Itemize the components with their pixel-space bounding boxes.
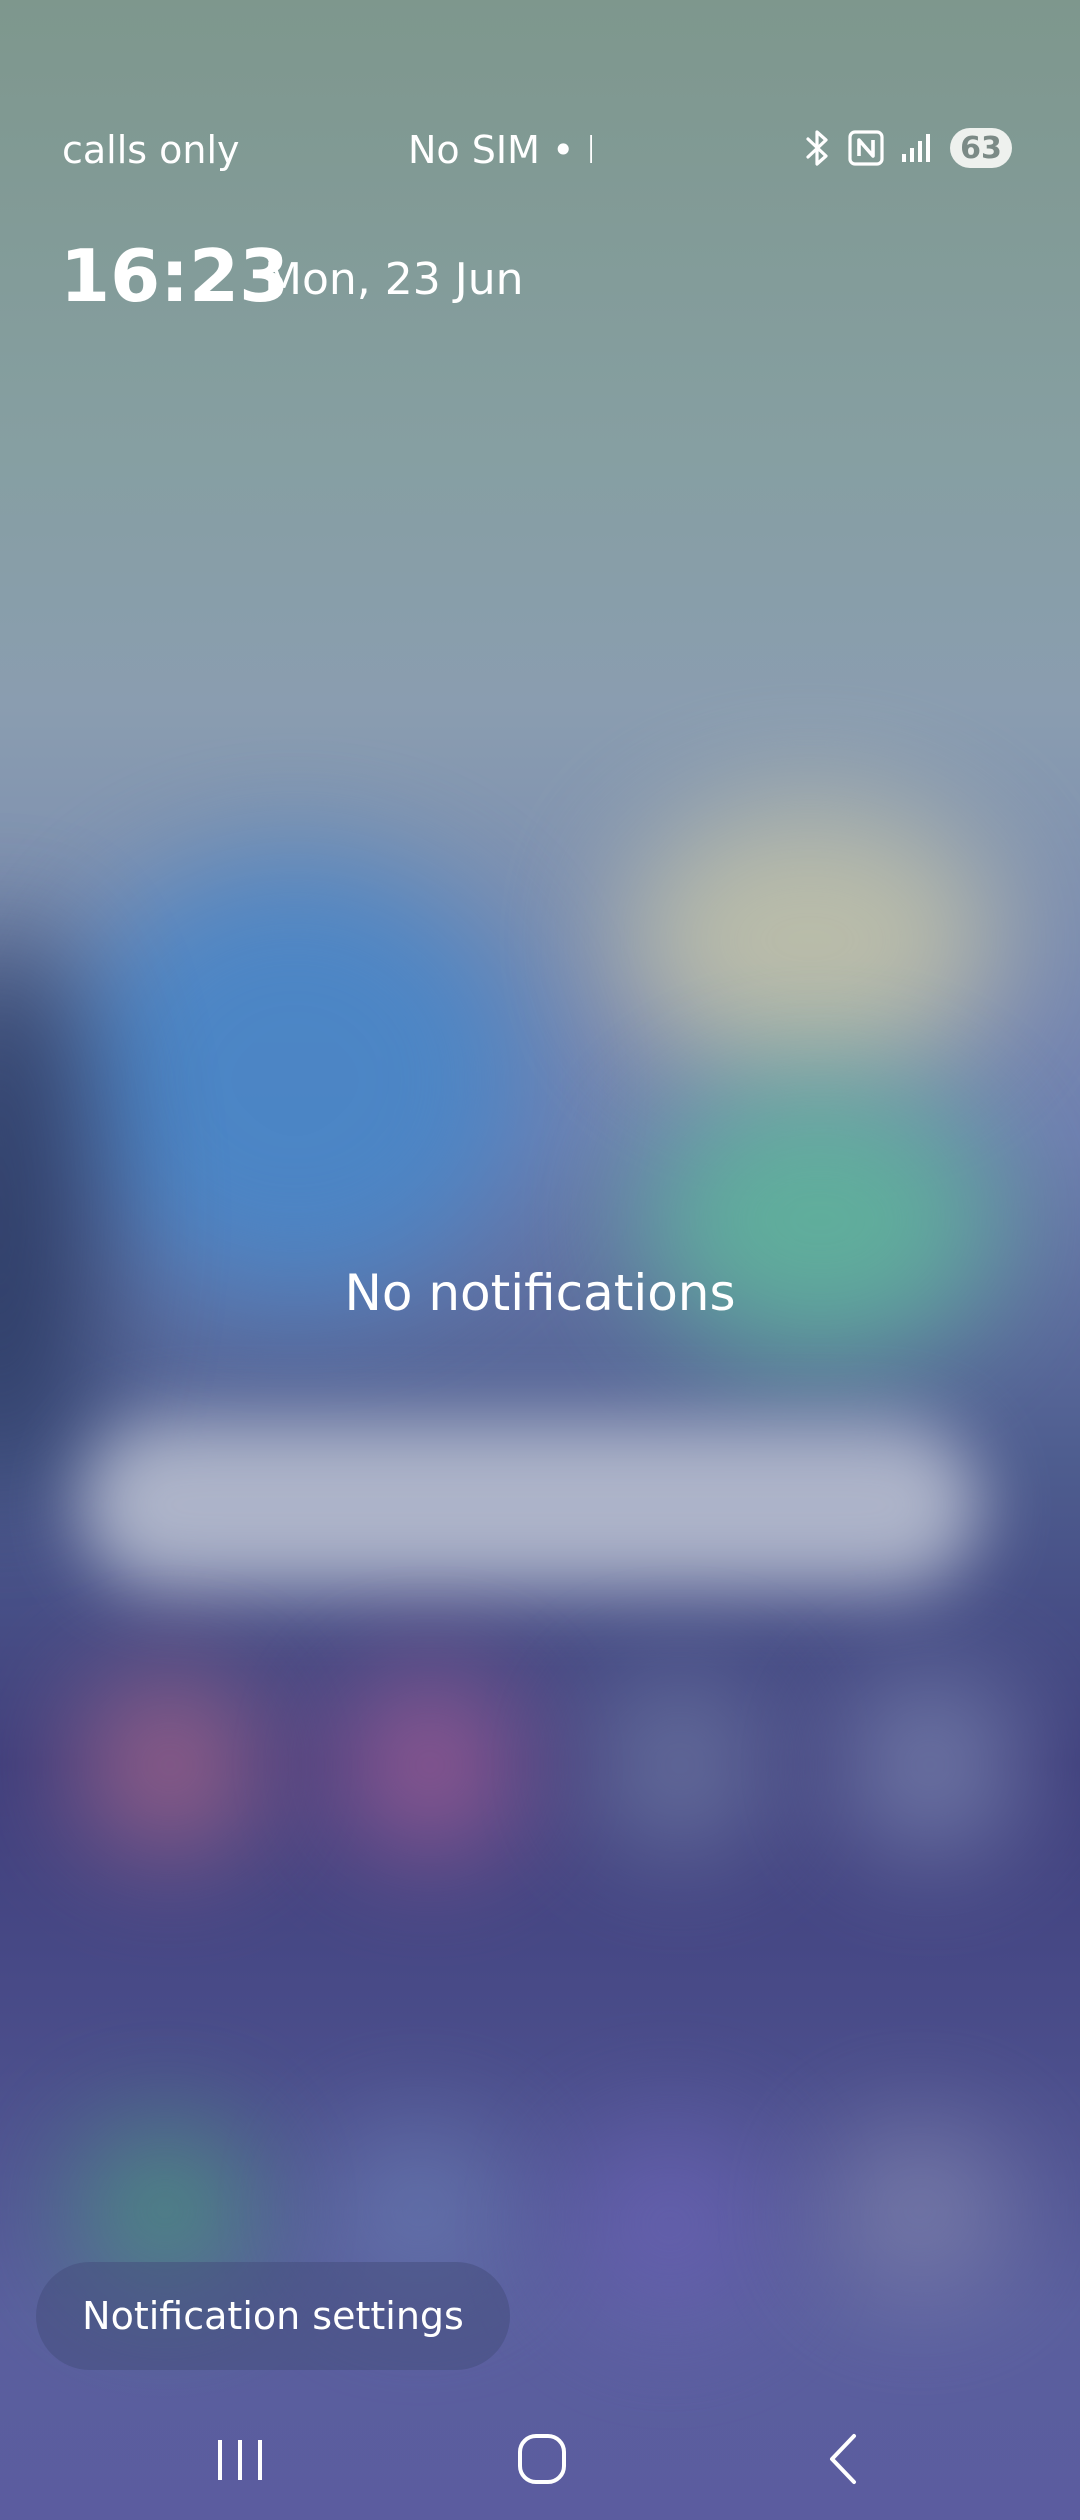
wallpaper-blur — [840, 1680, 1020, 1850]
back-icon[interactable] — [784, 2422, 904, 2498]
wallpaper-blur — [590, 1680, 770, 1850]
status-icons: 63 — [804, 128, 1012, 168]
status-bar: calls only No SIM • E 63 — [0, 120, 1080, 184]
wallpaper-blur — [570, 2130, 770, 2320]
wallpaper-blur — [80, 1420, 980, 1590]
wallpaper-blur — [620, 800, 1000, 1080]
wallpaper-blur — [340, 1680, 520, 1850]
sim-status: No SIM • E — [408, 128, 592, 172]
nfc-icon — [848, 130, 884, 166]
battery-indicator: 63 — [950, 128, 1012, 168]
no-notifications-message: No notifications — [344, 1264, 736, 1322]
wallpaper-blur — [80, 1680, 260, 1850]
wallpaper-blur — [830, 2130, 1010, 2290]
lockscreen-date: Mon, 23 Jun — [264, 254, 524, 305]
wallpaper-blur — [60, 860, 530, 1300]
notification-settings-button[interactable]: Notification settings — [36, 2262, 510, 2370]
carrier-status: calls only — [62, 128, 240, 172]
navigation-bar — [0, 2400, 1080, 2520]
notification-shade: calls only No SIM • E 63 16:23 Mon, 23 J… — [0, 0, 1080, 2520]
signal-icon — [900, 132, 934, 164]
bluetooth-icon — [804, 128, 832, 168]
recent-apps-icon[interactable] — [180, 2422, 300, 2498]
home-icon[interactable] — [482, 2422, 602, 2498]
lockscreen-time: 16:23 — [60, 234, 290, 318]
